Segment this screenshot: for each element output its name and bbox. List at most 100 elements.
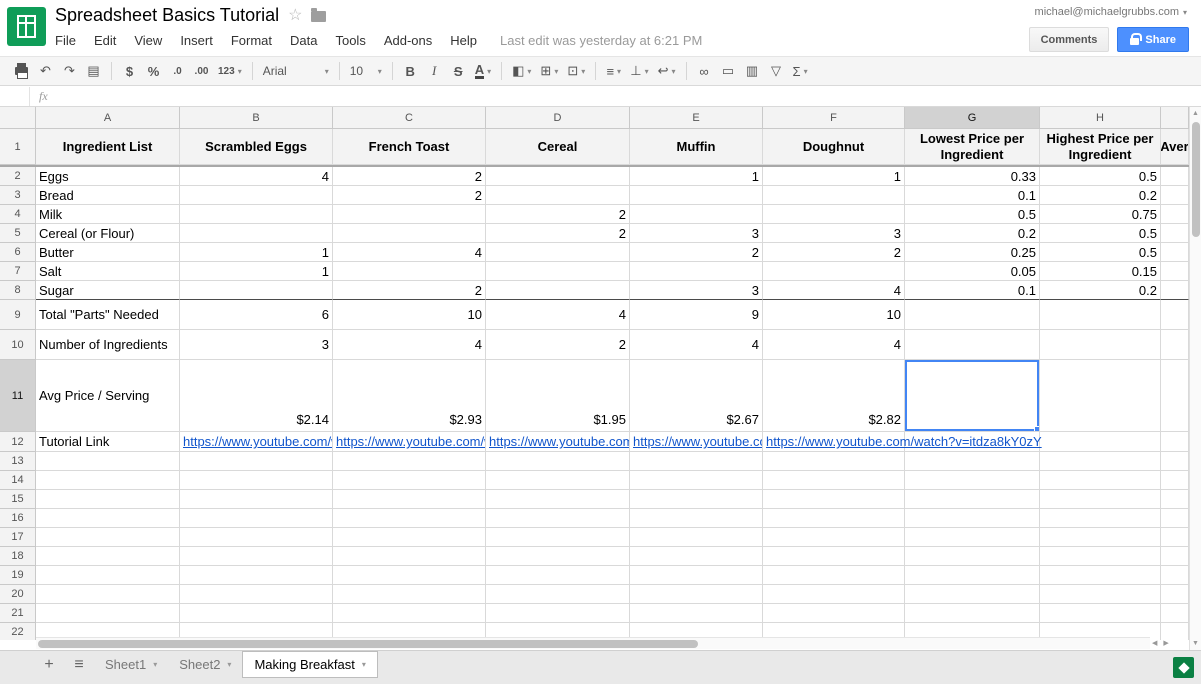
row-header-7[interactable]: 7 [0,262,36,281]
more-formats-button[interactable]: 123▾ [214,60,246,82]
share-button[interactable]: Share [1117,27,1189,52]
row-header-12[interactable]: 12 [0,432,36,452]
currency-format-button[interactable]: $ [118,60,141,82]
cell-E1[interactable]: Muffin [630,129,763,165]
cell-G1[interactable]: Lowest Price per Ingredient [905,129,1040,165]
row-header-20[interactable]: 20 [0,585,36,604]
cell-A21[interactable] [36,604,180,623]
cell-C18[interactable] [333,547,486,566]
cell-H12[interactable] [1040,432,1161,452]
cell-G4[interactable]: 0.5 [905,205,1040,224]
cell-H8[interactable]: 0.2 [1040,281,1161,300]
cell-H10[interactable] [1040,330,1161,360]
column-header-H[interactable]: H [1040,107,1161,129]
cell-I9[interactable] [1161,300,1189,330]
cell-B4[interactable] [180,205,333,224]
cell-C11[interactable]: $2.93 [333,360,486,432]
cell-B2[interactable]: 4 [180,167,333,186]
cell-B3[interactable] [180,186,333,205]
cell-H9[interactable] [1040,300,1161,330]
cell-D11[interactable]: $1.95 [486,360,630,432]
cell-D8[interactable] [486,281,630,300]
cell-F9[interactable]: 10 [763,300,905,330]
cell-G7[interactable]: 0.05 [905,262,1040,281]
cell-C15[interactable] [333,490,486,509]
italic-button[interactable]: I [423,60,446,82]
cell-H4[interactable]: 0.75 [1040,205,1161,224]
column-header-A[interactable]: A [36,107,180,129]
select-all-corner[interactable] [0,107,36,129]
bold-button[interactable]: B [399,60,422,82]
column-header-G[interactable]: G [905,107,1040,129]
cell-G8[interactable]: 0.1 [905,281,1040,300]
cell-I2[interactable] [1161,167,1189,186]
cell-E9[interactable]: 9 [630,300,763,330]
cell-G14[interactable] [905,471,1040,490]
cell-H21[interactable] [1040,604,1161,623]
row-header-3[interactable]: 3 [0,186,36,205]
vertical-scrollbar-thumb[interactable] [1192,122,1200,237]
cell-I17[interactable] [1161,528,1189,547]
row-header-17[interactable]: 17 [0,528,36,547]
cell-I8[interactable] [1161,281,1189,300]
cell-A5[interactable]: Cereal (or Flour) [36,224,180,243]
account-menu[interactable]: michael@michaelgrubbs.com ▾ [1035,6,1187,18]
cell-G19[interactable] [905,566,1040,585]
cell-E16[interactable] [630,509,763,528]
cell-C13[interactable] [333,452,486,471]
cell-G5[interactable]: 0.2 [905,224,1040,243]
cell-E3[interactable] [630,186,763,205]
cell-A10[interactable]: Number of Ingredients [36,330,180,360]
menu-insert[interactable]: Insert [171,31,222,50]
cell-E6[interactable]: 2 [630,243,763,262]
cell-D17[interactable] [486,528,630,547]
cell-G13[interactable] [905,452,1040,471]
cell-A1[interactable]: Ingredient List [36,129,180,165]
cell-F11[interactable]: $2.82 [763,360,905,432]
cell-C6[interactable]: 4 [333,243,486,262]
cell-E5[interactable]: 3 [630,224,763,243]
column-header-C[interactable]: C [333,107,486,129]
cell-I3[interactable] [1161,186,1189,205]
menu-help[interactable]: Help [441,31,486,50]
cell-F10[interactable]: 4 [763,330,905,360]
cell-E14[interactable] [630,471,763,490]
cell-I15[interactable] [1161,490,1189,509]
cell-D21[interactable] [486,604,630,623]
cell-G18[interactable] [905,547,1040,566]
cell-I1[interactable]: Aver [1161,129,1189,165]
row-header-9[interactable]: 9 [0,300,36,330]
cell-H19[interactable] [1040,566,1161,585]
cell-A2[interactable]: Eggs [36,167,180,186]
cell-D16[interactable] [486,509,630,528]
cell-H16[interactable] [1040,509,1161,528]
scroll-up-icon[interactable]: ▲ [1192,107,1199,120]
cell-I16[interactable] [1161,509,1189,528]
cell-C10[interactable]: 4 [333,330,486,360]
cell-G16[interactable] [905,509,1040,528]
increase-decimal-button[interactable]: .00 [190,60,213,82]
cell-D2[interactable] [486,167,630,186]
cell-E11[interactable]: $2.67 [630,360,763,432]
menu-view[interactable]: View [125,31,171,50]
explore-button[interactable] [1173,657,1194,678]
row-header-11[interactable]: 11 [0,360,36,432]
tab-sheet1[interactable]: Sheet1 ▾ [94,651,168,678]
cell-I4[interactable] [1161,205,1189,224]
cell-I11[interactable] [1161,360,1189,432]
move-folder-icon[interactable] [311,11,326,22]
cell-B7[interactable]: 1 [180,262,333,281]
row-header-22[interactable]: 22 [0,623,36,640]
formula-input[interactable] [57,87,1201,106]
decrease-decimal-button[interactable]: .0 [166,60,189,82]
cell-B17[interactable] [180,528,333,547]
row-header-19[interactable]: 19 [0,566,36,585]
strikethrough-button[interactable]: S [447,60,470,82]
insert-chart-button[interactable]: ▥ [741,60,764,82]
row-header-14[interactable]: 14 [0,471,36,490]
font-family-dropdown[interactable]: Arial▾ [259,60,333,82]
cell-D4[interactable]: 2 [486,205,630,224]
cell-G3[interactable]: 0.1 [905,186,1040,205]
cell-E18[interactable] [630,547,763,566]
cell-G11[interactable] [905,360,1040,432]
